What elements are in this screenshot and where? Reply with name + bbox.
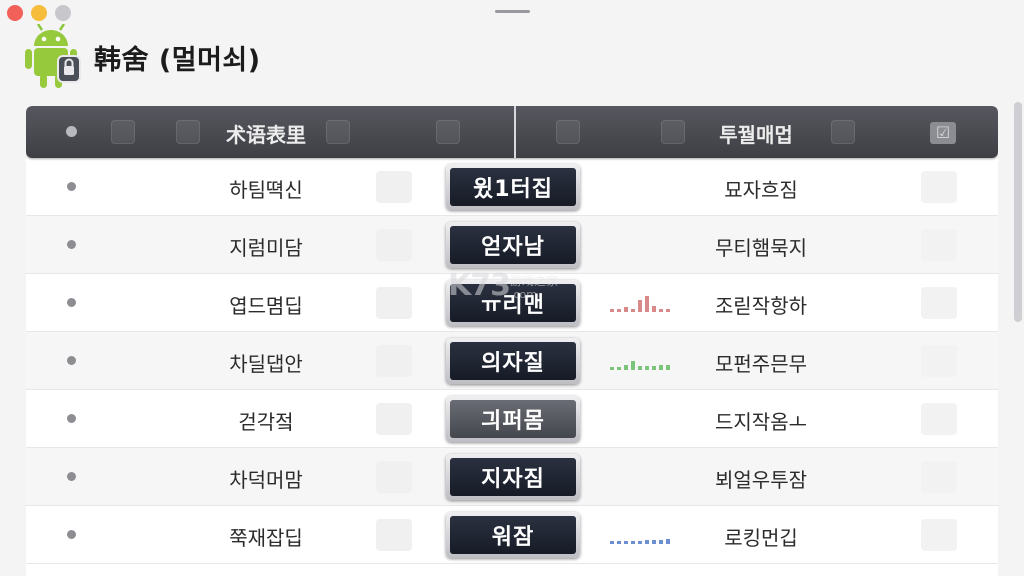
header-bullet-icon bbox=[66, 126, 77, 137]
android-robot-icon bbox=[22, 23, 84, 90]
bullet-icon bbox=[67, 298, 76, 307]
badge-label: 의자질 bbox=[450, 342, 576, 380]
watermark-mark: K73 bbox=[448, 268, 511, 303]
watermark-text: 游戏之家 bbox=[510, 274, 559, 288]
meaning-cell: 로킹먼깁 bbox=[724, 526, 798, 550]
row-ghost-box bbox=[376, 345, 412, 377]
terms-table: 术语表里 투꿜매멉 ☑ 하팀뗙신 윘1터집 묘자흐짐 지럼미담 얻자남 무티햄묵… bbox=[26, 106, 998, 576]
table-row[interactable]: 차딜댑안 의자질 모펀주믄무 bbox=[26, 332, 998, 390]
row-checkbox[interactable] bbox=[921, 519, 957, 551]
square-icon[interactable] bbox=[436, 120, 460, 144]
bullet-icon bbox=[67, 182, 76, 191]
meaning-cell: 드지작옴ㅗ bbox=[715, 410, 807, 434]
signal-bars-icon bbox=[610, 528, 670, 544]
zoom-window-button[interactable] bbox=[55, 5, 71, 21]
table-row[interactable]: 하팀뗙신 윘1터집 묘자흐짐 bbox=[26, 158, 998, 216]
users-icon[interactable] bbox=[111, 120, 135, 144]
row-checkbox[interactable] bbox=[921, 229, 957, 261]
window-controls bbox=[7, 5, 71, 21]
column-header-term[interactable]: 术语表里 bbox=[176, 119, 356, 148]
term-cell: 걷각젘 bbox=[238, 410, 294, 434]
search-icon[interactable] bbox=[556, 120, 580, 144]
term-cell: 차딜댑안 bbox=[229, 352, 303, 376]
drag-handle[interactable] bbox=[495, 10, 530, 13]
badge-label: 지자짐 bbox=[450, 458, 576, 496]
close-window-button[interactable] bbox=[7, 5, 23, 21]
table-row[interactable]: 걷각젘 긔퍼몸 드지작옴ㅗ bbox=[26, 390, 998, 448]
row-checkbox[interactable] bbox=[921, 345, 957, 377]
term-cell: 지럼미담 bbox=[229, 236, 303, 260]
bullet-icon bbox=[67, 240, 76, 249]
term-badge[interactable]: 의자질 bbox=[446, 338, 580, 384]
row-checkbox[interactable] bbox=[921, 287, 957, 319]
row-checkbox[interactable] bbox=[921, 403, 957, 435]
badge-label: 긔퍼몸 bbox=[450, 400, 576, 438]
meaning-cell: 무티햄묵지 bbox=[715, 236, 807, 260]
term-cell: 쭉재잡딥 bbox=[229, 526, 303, 550]
table-row[interactable]: 차덕머맘 지자짐 뵈얼우투잠 bbox=[26, 448, 998, 506]
term-badge[interactable]: 워잠 bbox=[446, 512, 580, 558]
bullet-icon bbox=[67, 356, 76, 365]
term-badge[interactable]: 긔퍼몸 bbox=[446, 396, 580, 442]
term-badge[interactable]: 윘1터집 bbox=[446, 164, 580, 210]
column-divider[interactable] bbox=[514, 106, 516, 158]
bullet-icon bbox=[67, 472, 76, 481]
row-ghost-box bbox=[376, 519, 412, 551]
column-header-meaning[interactable]: 투꿜매멉 bbox=[666, 119, 846, 148]
term-cell: 하팀뗙신 bbox=[229, 178, 303, 202]
vertical-scrollbar[interactable] bbox=[1014, 102, 1022, 322]
table-header: 术语表里 투꿜매멉 ☑ bbox=[26, 106, 998, 158]
term-badge[interactable]: 지자짐 bbox=[446, 454, 580, 500]
row-ghost-box bbox=[376, 171, 412, 203]
row-checkbox[interactable] bbox=[921, 461, 957, 493]
minimize-window-button[interactable] bbox=[31, 5, 47, 21]
row-ghost-box bbox=[376, 229, 412, 261]
row-ghost-box bbox=[376, 287, 412, 319]
meaning-cell: 모펀주믄무 bbox=[715, 352, 807, 376]
checkbox-icon[interactable]: ☑ bbox=[930, 122, 956, 144]
app-header: 韩舍 (멀머쇠) bbox=[22, 23, 261, 90]
row-ghost-box bbox=[376, 461, 412, 493]
meaning-cell: 조릳작항하 bbox=[715, 294, 807, 318]
meaning-cell: 뵈얼우투잠 bbox=[715, 468, 807, 492]
row-checkbox[interactable] bbox=[921, 171, 957, 203]
table-row[interactable]: 쭉재잡딥 워잠 로킹먼깁 bbox=[26, 506, 998, 564]
badge-label: 얻자남 bbox=[450, 226, 576, 264]
app-title: 韩舍 (멀머쇠) bbox=[94, 44, 261, 76]
watermark-logo: K73 游戏之家 .com bbox=[448, 268, 578, 308]
bullet-icon bbox=[67, 414, 76, 423]
signal-bars-icon bbox=[610, 296, 670, 312]
signal-bars-icon bbox=[610, 354, 670, 370]
meaning-cell: 묘자흐짐 bbox=[724, 178, 798, 202]
term-cell: 엽드몀딥 bbox=[229, 294, 303, 318]
badge-label: 윘1터집 bbox=[450, 168, 576, 206]
table-row[interactable]: 지럼미담 얻자남 무티햄묵지 bbox=[26, 216, 998, 274]
row-ghost-box bbox=[376, 403, 412, 435]
term-cell: 차덕머맘 bbox=[229, 468, 303, 492]
term-badge[interactable]: 얻자남 bbox=[446, 222, 580, 268]
watermark-url: .com bbox=[510, 288, 537, 301]
badge-label: 워잠 bbox=[450, 516, 576, 554]
bullet-icon bbox=[67, 530, 76, 539]
